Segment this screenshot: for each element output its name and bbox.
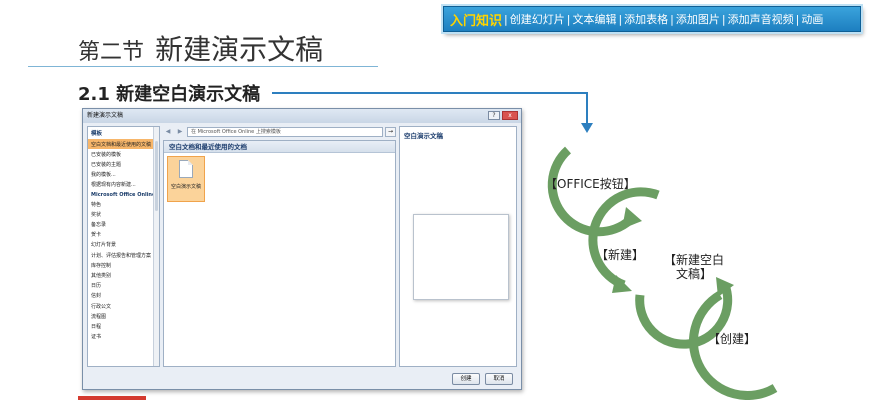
template-category-item[interactable]: 其他类别 [88,270,159,280]
close-button[interactable]: x [502,111,518,120]
flow-step-new: 【新建】 [596,248,645,262]
forward-arrow-icon[interactable]: ▶ [175,127,185,137]
template-category-item[interactable]: 日历 [88,281,159,291]
template-category-item[interactable]: Microsoft Office Online [88,190,159,199]
template-header: 模板 [91,131,103,137]
template-list: 模板 空白文档和最近使用的文稿 已安装的模板 已安装的主题 我的模板... 根据现有内容… [87,126,160,367]
dialog-title: 新建演示文稿 [87,112,124,119]
top-nav-bar: 入门知识 | 创建幻灯片 | 文本编辑 | 添加表格 | 添加图片 | 添加声音… [443,6,861,32]
nav-item-animation[interactable]: 动画 [801,11,823,27]
template-category-item[interactable]: 库存控制 [88,260,159,270]
nav-separator: | [618,12,623,26]
template-category-item[interactable]: 信封 [88,291,159,301]
template-category-item[interactable]: 贺卡 [88,230,159,240]
nav-item-text-editing[interactable]: 文本编辑 [572,11,616,27]
dialog-body: 模板 空白文档和最近使用的文稿 已安装的模板 已安装的主题 我的模板... 根据现有内容… [87,126,517,367]
search-input[interactable]: 在 Microsoft Office Online 上搜索模板 [187,127,383,137]
preview-thumbnail [413,214,509,300]
nav-item-basics[interactable]: 入门知识 [450,10,502,29]
template-category-item[interactable]: 行政公文 [88,301,159,311]
template-category-item[interactable]: 幻灯片背景 [88,240,159,250]
nav-separator: | [795,12,800,26]
create-button[interactable]: 创建 [452,373,480,385]
flow-arc-2 [588,187,660,290]
flow-step-new-blank-line2: 文稿】 [676,267,713,281]
template-category-item[interactable]: 日程 [88,321,159,331]
template-category-item[interactable]: 备忘录 [88,220,159,230]
dialog-titlebar: 新建演示文稿 ? x [83,109,521,123]
flow-arrowhead-1 [622,207,642,229]
template-category-item[interactable]: 流程图 [88,311,159,321]
nav-separator: | [721,12,726,26]
template-items: 空白文档和最近使用的文稿 已安装的模板 已安装的主题 我的模板... 根据现有内容新建.… [88,139,159,342]
page-title: 第二节 新建演示文稿 [78,28,323,68]
back-arrow-icon[interactable]: ◀ [163,127,173,137]
template-category-item[interactable]: 奖状 [88,209,159,219]
template-category-item[interactable]: 已安装的主题 [88,159,159,169]
flow-step-new-blank-line1: 【新建空白 [664,253,725,267]
template-category-item[interactable]: 空白文档和最近使用的文稿 [88,139,159,150]
search-row: ◀ ▶ 在 Microsoft Office Online 上搜索模板 → [163,126,396,138]
template-browser: ◀ ▶ 在 Microsoft Office Online 上搜索模板 → 空白… [163,126,396,367]
nav-item-create-slides[interactable]: 创建幻灯片 [510,11,565,27]
dialog-footer: 创建 取消 [452,373,513,385]
blank-presentation-tile[interactable]: 空白演示文稿 [167,156,205,202]
nav-separator: | [566,12,571,26]
preview-title: 空白演示文稿 [404,132,443,140]
help-button[interactable]: ? [488,111,500,120]
tile-label: 空白演示文稿 [170,184,201,190]
flow-step-create: 【创建】 [708,332,757,346]
nav-item-add-table[interactable]: 添加表格 [624,11,668,27]
search-go-button[interactable]: → [385,127,396,137]
scrollbar-thumb[interactable] [155,141,158,211]
preview-pane: 空白演示文稿 [399,126,517,367]
template-category-item[interactable]: 证书 [88,332,159,342]
cancel-button[interactable]: 取消 [485,373,513,385]
template-category-item[interactable]: 计划、评估报告和管理方案 [88,250,159,260]
nav-separator: | [670,12,674,26]
scrollbar[interactable] [153,127,159,366]
nav-item-add-media[interactable]: 添加声音视频 [728,11,794,27]
new-presentation-dialog: 新建演示文稿 ? x 模板 空白文档和最近使用的文稿 已安装的模板 已安装的主题 我的… [82,108,522,390]
nav-separator: | [504,12,508,26]
subsection-title: 2.1 新建空白演示文稿 [78,84,261,105]
title-underline [28,66,378,67]
nav-item-add-image[interactable]: 添加图片 [676,11,720,27]
template-category-item[interactable]: 特色 [88,199,159,209]
document-icon [179,160,193,178]
section-number: 第二节 [78,40,145,65]
accent-bar [78,396,146,400]
flow-step-new-blank: 【新建空白 文稿】 [664,253,724,281]
template-category-item[interactable]: 根据现有内容新建... [88,180,159,190]
section-name: 新建演示文稿 [155,33,324,66]
connector-line-vertical [586,92,588,125]
flow-step-office-button: 【OFFICE按钮】 [545,177,636,191]
connector-line [272,92,587,94]
template-category-item[interactable]: 我的模板... [88,170,159,180]
template-category-item[interactable]: 已安装的模板 [88,149,159,159]
window-controls: ? x [488,111,518,120]
template-grid: 空白文档和最近使用的文档 空白演示文稿 [163,140,396,367]
template-grid-header: 空白文档和最近使用的文档 [164,141,395,153]
